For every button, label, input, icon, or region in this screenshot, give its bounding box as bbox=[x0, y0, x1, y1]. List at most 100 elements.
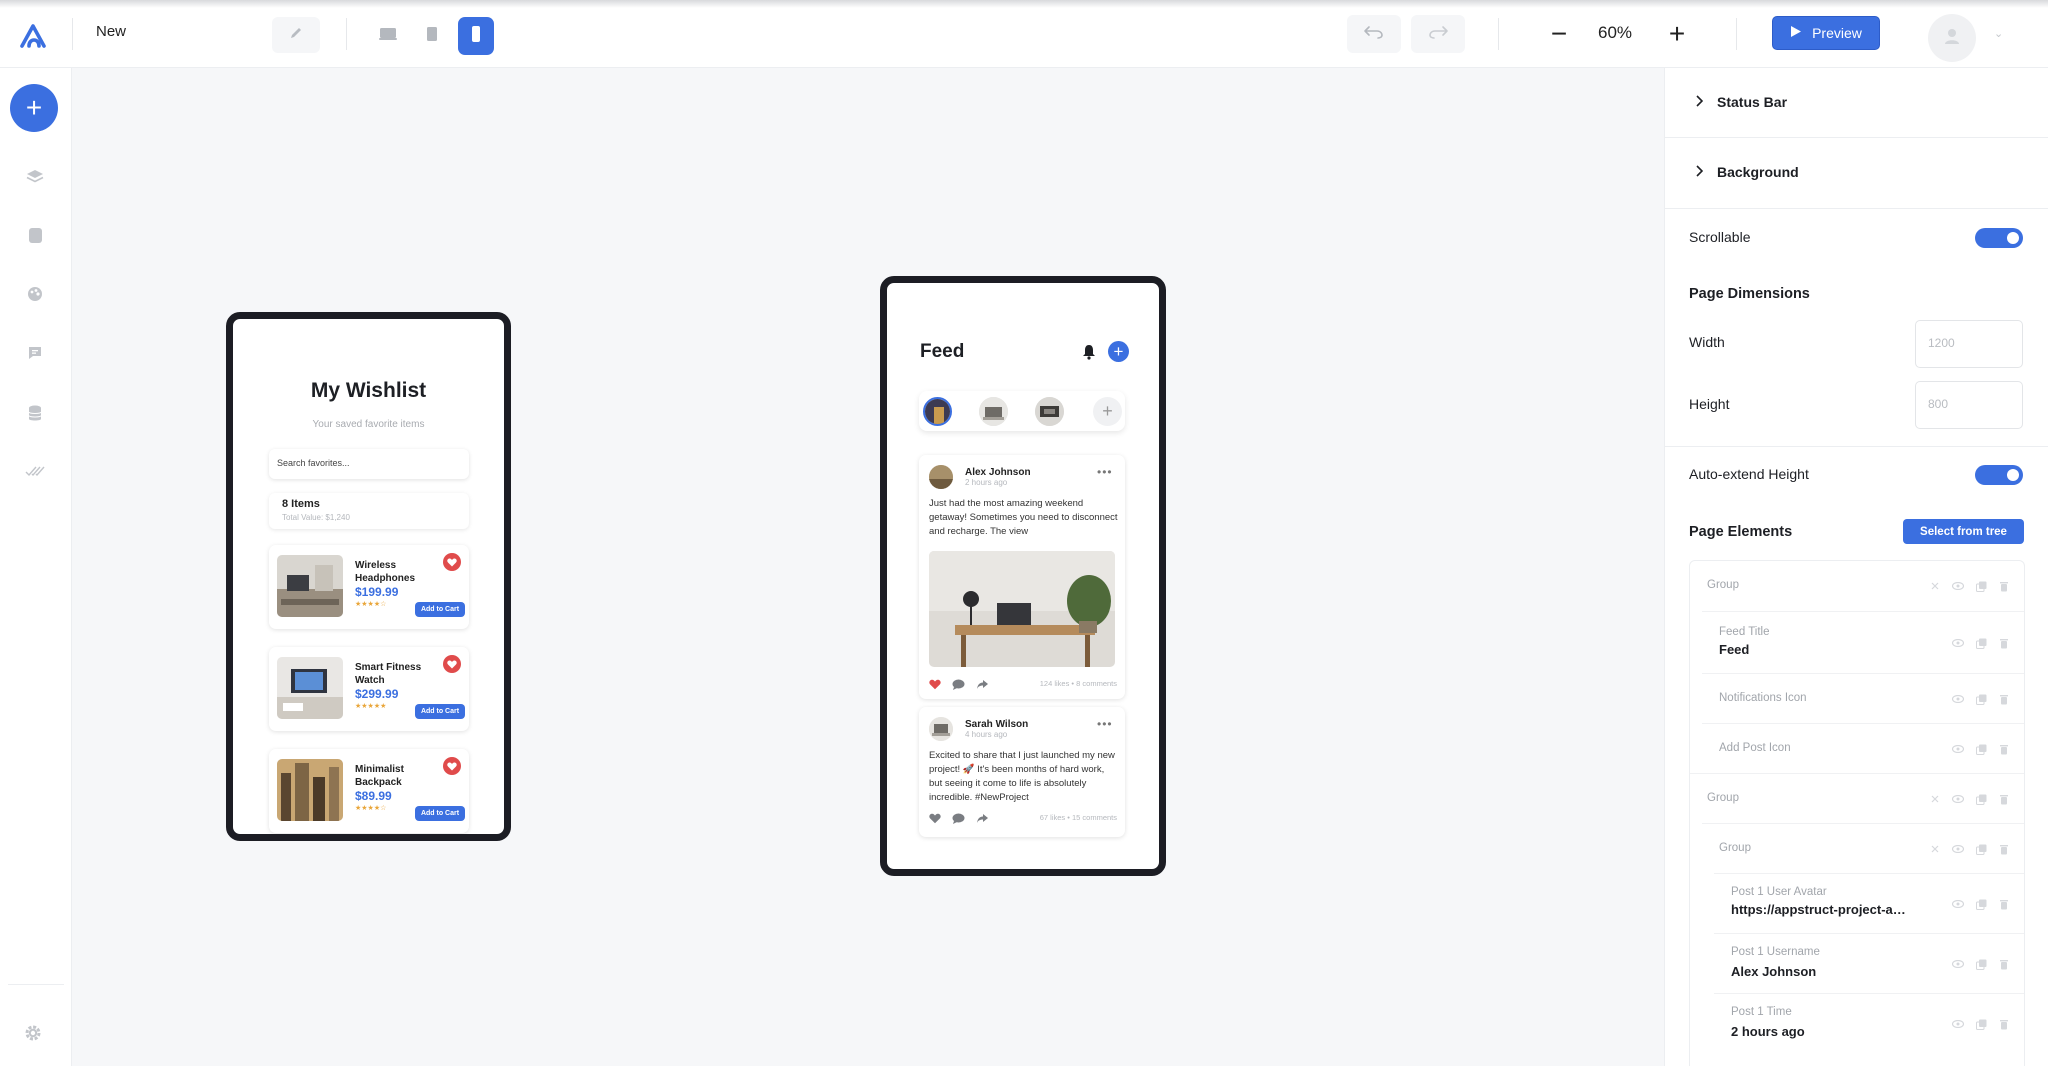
tree-node-add-post-icon[interactable]: Add Post Icon bbox=[1702, 723, 2024, 773]
app-logo-icon[interactable] bbox=[16, 18, 52, 54]
trash-icon[interactable] bbox=[1998, 580, 2010, 592]
bell-icon[interactable] bbox=[1082, 344, 1096, 365]
tree-node-group[interactable]: Group bbox=[1690, 561, 2024, 611]
database-icon[interactable] bbox=[24, 402, 46, 424]
palette-icon[interactable] bbox=[24, 283, 46, 305]
layers-icon[interactable] bbox=[24, 166, 46, 188]
undo-button[interactable] bbox=[1347, 15, 1401, 53]
background-section[interactable]: Background bbox=[1665, 138, 2048, 209]
width-input[interactable]: 1200 bbox=[1915, 320, 2023, 368]
eye-icon[interactable] bbox=[1952, 958, 1964, 970]
eye-icon[interactable] bbox=[1952, 898, 1964, 910]
rename-button[interactable] bbox=[272, 17, 320, 53]
status-bar-section[interactable]: Status Bar bbox=[1665, 68, 2048, 138]
story-avatar[interactable] bbox=[923, 397, 952, 426]
tree-node-post-username[interactable]: Post 1 Username Alex Johnson bbox=[1714, 933, 2024, 993]
tree-node-post-time[interactable]: Post 1 Time 2 hours ago bbox=[1714, 993, 2024, 1053]
add-to-cart-button[interactable]: Add to Cart bbox=[415, 704, 465, 719]
trash-icon[interactable] bbox=[1998, 793, 2010, 805]
heart-icon[interactable] bbox=[929, 811, 941, 829]
duplicate-icon[interactable] bbox=[1975, 743, 1987, 755]
desktop-view-button[interactable] bbox=[370, 17, 406, 55]
add-to-cart-button[interactable]: Add to Cart bbox=[415, 602, 465, 617]
close-icon[interactable] bbox=[1929, 793, 1941, 805]
duplicate-icon[interactable] bbox=[1975, 793, 1987, 805]
height-input[interactable]: 800 bbox=[1915, 381, 2023, 429]
heart-icon[interactable] bbox=[443, 655, 461, 673]
trash-icon[interactable] bbox=[1998, 1018, 2010, 1030]
duplicate-icon[interactable] bbox=[1975, 693, 1987, 705]
comment-icon[interactable] bbox=[952, 677, 965, 695]
add-to-cart-button[interactable]: Add to Cart bbox=[415, 806, 465, 821]
share-icon[interactable] bbox=[976, 677, 989, 695]
duplicate-icon[interactable] bbox=[1975, 843, 1987, 855]
more-icon[interactable]: ••• bbox=[1097, 465, 1113, 479]
eye-icon[interactable] bbox=[1952, 743, 1964, 755]
comment-icon[interactable] bbox=[24, 342, 46, 364]
wishlist-item[interactable]: Minimalist Backpack $89.99 ★★★★☆ Add to … bbox=[269, 749, 469, 833]
duplicate-icon[interactable] bbox=[1975, 637, 1987, 649]
feed-screen[interactable]: Feed + + Alex Johnson 2 hours ago ••• Ju… bbox=[880, 276, 1166, 876]
zoom-in-button[interactable]: + bbox=[1661, 18, 1693, 50]
wishlist-item[interactable]: Wireless Headphones $199.99 ★★★★☆ Add to… bbox=[269, 545, 469, 629]
heart-icon[interactable] bbox=[929, 677, 941, 695]
share-icon[interactable] bbox=[976, 811, 989, 829]
eye-icon[interactable] bbox=[1952, 1018, 1964, 1030]
zoom-out-button[interactable]: − bbox=[1543, 18, 1575, 50]
product-rating: ★★★★☆ bbox=[355, 601, 387, 608]
trash-icon[interactable] bbox=[1998, 637, 2010, 649]
duplicate-icon[interactable] bbox=[1975, 958, 1987, 970]
trash-icon[interactable] bbox=[1998, 843, 2010, 855]
auto-extend-toggle[interactable] bbox=[1975, 465, 2023, 485]
background-header[interactable]: Background bbox=[1695, 164, 1799, 180]
trash-icon[interactable] bbox=[1998, 898, 2010, 910]
wishlist-screen[interactable]: My Wishlist Your saved favorite items Se… bbox=[226, 312, 511, 841]
duplicate-icon[interactable] bbox=[1975, 580, 1987, 592]
eye-icon[interactable] bbox=[1952, 580, 1964, 592]
duplicate-icon[interactable] bbox=[1975, 1018, 1987, 1030]
scrollable-toggle[interactable] bbox=[1975, 228, 2023, 248]
wishlist-item[interactable]: Smart Fitness Watch $299.99 ★★★★★ Add to… bbox=[269, 647, 469, 731]
comment-icon[interactable] bbox=[952, 811, 965, 829]
check-icon[interactable] bbox=[24, 460, 46, 482]
heart-icon[interactable] bbox=[443, 757, 461, 775]
preview-button[interactable]: Preview bbox=[1772, 16, 1880, 50]
redo-button[interactable] bbox=[1411, 15, 1465, 53]
tree-node-post-avatar[interactable]: Post 1 User Avatar https://appstruct-pro… bbox=[1714, 873, 2024, 933]
status-bar-header[interactable]: Status Bar bbox=[1695, 94, 1787, 110]
eye-icon[interactable] bbox=[1952, 843, 1964, 855]
mobile-view-button[interactable] bbox=[458, 17, 494, 55]
product-image bbox=[277, 555, 343, 617]
pages-icon[interactable] bbox=[24, 224, 46, 246]
eye-icon[interactable] bbox=[1952, 637, 1964, 649]
add-post-icon[interactable]: + bbox=[1108, 341, 1129, 362]
add-element-button[interactable]: + bbox=[10, 84, 58, 132]
chevron-down-icon[interactable]: ⌄ bbox=[1994, 27, 2003, 40]
trash-icon[interactable] bbox=[1998, 743, 2010, 755]
total-value: Total Value: $1,240 bbox=[282, 513, 350, 522]
project-name[interactable]: New bbox=[96, 23, 126, 40]
trash-icon[interactable] bbox=[1998, 958, 2010, 970]
user-avatar[interactable] bbox=[1928, 14, 1976, 62]
add-story-button[interactable]: + bbox=[1093, 397, 1122, 426]
tree-node-group[interactable]: Group bbox=[1690, 773, 2024, 823]
close-icon[interactable] bbox=[1929, 580, 1941, 592]
post-card[interactable]: Alex Johnson 2 hours ago ••• Just had th… bbox=[919, 455, 1125, 699]
eye-icon[interactable] bbox=[1952, 693, 1964, 705]
settings-icon[interactable] bbox=[22, 1022, 44, 1044]
post-card[interactable]: Sarah Wilson 4 hours ago ••• Excited to … bbox=[919, 707, 1125, 837]
tree-node-feed-title[interactable]: Feed Title Feed bbox=[1702, 611, 2024, 673]
heart-icon[interactable] bbox=[443, 553, 461, 571]
story-avatar[interactable] bbox=[979, 397, 1008, 426]
tree-node-group[interactable]: Group bbox=[1702, 823, 2024, 873]
story-avatar[interactable] bbox=[1035, 397, 1064, 426]
tree-node-notifications-icon[interactable]: Notifications Icon bbox=[1702, 673, 2024, 723]
trash-icon[interactable] bbox=[1998, 693, 2010, 705]
duplicate-icon[interactable] bbox=[1975, 898, 1987, 910]
tablet-view-button[interactable] bbox=[414, 17, 450, 55]
close-icon[interactable] bbox=[1929, 843, 1941, 855]
select-from-tree-button[interactable]: Select from tree bbox=[1903, 519, 2024, 544]
wishlist-search-input[interactable]: Search favorites... bbox=[269, 449, 469, 479]
eye-icon[interactable] bbox=[1952, 793, 1964, 805]
more-icon[interactable]: ••• bbox=[1097, 717, 1113, 731]
